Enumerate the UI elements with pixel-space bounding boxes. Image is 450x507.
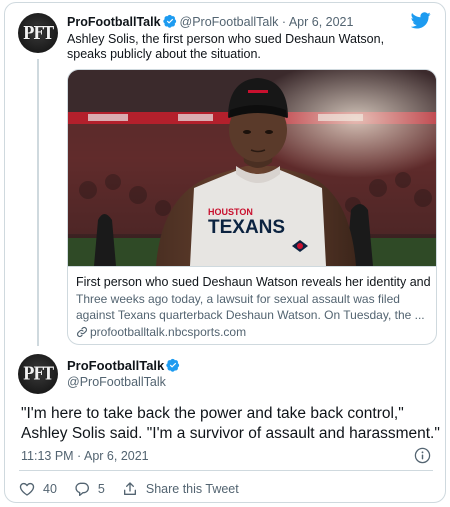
divider (19, 470, 433, 471)
link-domain: profootballtalk.nbcsports.com (76, 324, 430, 340)
share-icon (123, 482, 136, 495)
author-name-row: ProFootballTalk (67, 358, 183, 373)
link-icon (77, 327, 87, 337)
like-button[interactable]: 40 (19, 481, 57, 497)
thread-line (37, 59, 39, 346)
verified-badge-icon (166, 358, 180, 372)
jersey-texans: TEXANS (208, 217, 285, 238)
quoted-separator: · (281, 15, 287, 29)
tweet-actions: 40 5 Share this Tweet (19, 479, 256, 499)
article-photo: HOUSTON TEXANS (68, 70, 436, 266)
heart-icon (19, 482, 35, 496)
link-domain-text: profootballtalk.nbcsports.com (90, 325, 247, 339)
verified-badge-icon (162, 14, 176, 28)
share-button[interactable]: Share this Tweet (122, 481, 239, 497)
reply-count: 5 (97, 482, 105, 496)
quoted-date[interactable]: Apr 6, 2021 (289, 15, 354, 29)
embedded-tweet-card: PFT ProFootballTalk @ProFootballTalk · Ap… (4, 2, 446, 503)
info-icon[interactable] (414, 447, 431, 464)
twitter-bird-icon[interactable] (411, 12, 431, 29)
quoted-header: ProFootballTalk @ProFootballTalk · Apr 6,… (67, 14, 353, 29)
quoted-author-name[interactable]: ProFootballTalk (67, 15, 161, 29)
link-preview-body: First person who sued Deshaun Watson rev… (68, 266, 436, 344)
quoted-avatar-logo: PFT (22, 22, 54, 44)
quoted-tweet-text: Ashley Solis, the first person who sued … (67, 32, 385, 61)
author-name[interactable]: ProFootballTalk (67, 358, 164, 373)
link-preview-card[interactable]: HOUSTON TEXANS First person who sued Des… (67, 69, 437, 345)
tweet-text: "I'm here to take back the power and tak… (21, 405, 440, 442)
author-handle[interactable]: @ProFootballTalk (67, 375, 166, 389)
link-title: First person who sued Deshaun Watson rev… (76, 275, 430, 289)
author-avatar[interactable]: PFT (18, 354, 58, 394)
author-avatar-logo: PFT (22, 363, 54, 385)
quoted-author-handle[interactable]: @ProFootballTalk (180, 15, 279, 29)
like-count: 40 (43, 482, 57, 496)
jersey-houston: HOUSTON (208, 207, 253, 217)
link-description: Three weeks ago today, a lawsuit for sex… (76, 292, 425, 322)
reply-icon (75, 482, 89, 496)
quoted-avatar[interactable]: PFT (18, 13, 58, 53)
tweet-timestamp[interactable]: 11:13 PM · Apr 6, 2021 (21, 449, 149, 463)
reply-button[interactable]: 5 (74, 481, 105, 497)
share-label: Share this Tweet (145, 482, 239, 496)
